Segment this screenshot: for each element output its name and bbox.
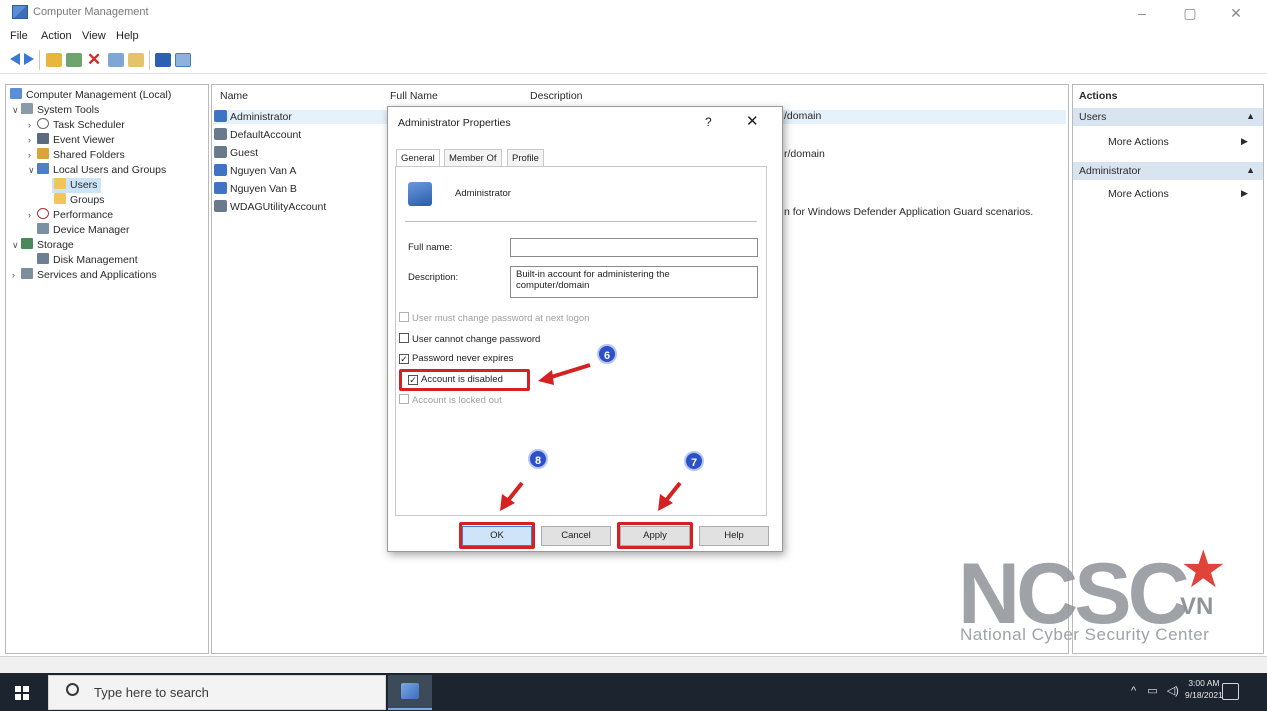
annotation-arrows bbox=[500, 363, 682, 511]
red-arrow-icon bbox=[658, 481, 682, 511]
system-tray-icons[interactable]: ^ ▭ ◁) bbox=[1131, 684, 1179, 697]
red-arrow-icon bbox=[500, 481, 524, 511]
step-7-badge: 7 bbox=[684, 451, 704, 471]
search-placeholder: Type here to search bbox=[94, 685, 209, 700]
network-icon[interactable]: ▭ bbox=[1147, 685, 1157, 697]
clock-date: 9/18/2021 bbox=[1185, 690, 1223, 700]
taskbar-computer-management[interactable] bbox=[388, 675, 432, 710]
search-icon bbox=[66, 683, 79, 696]
step-8-badge: 8 bbox=[528, 449, 548, 469]
red-arrow-icon bbox=[538, 363, 591, 385]
computer-management-icon bbox=[401, 683, 419, 699]
clock-time: 3:00 AM bbox=[1188, 678, 1220, 688]
windows-start-icon[interactable] bbox=[15, 686, 29, 700]
notification-icon[interactable] bbox=[1222, 683, 1239, 700]
status-bar bbox=[0, 656, 1267, 673]
volume-icon[interactable]: ◁) bbox=[1167, 685, 1179, 697]
clock[interactable]: 3:00 AM 9/18/2021 bbox=[1185, 677, 1223, 701]
chevron-up-icon[interactable]: ^ bbox=[1131, 685, 1136, 697]
step-6-badge: 6 bbox=[597, 344, 617, 364]
